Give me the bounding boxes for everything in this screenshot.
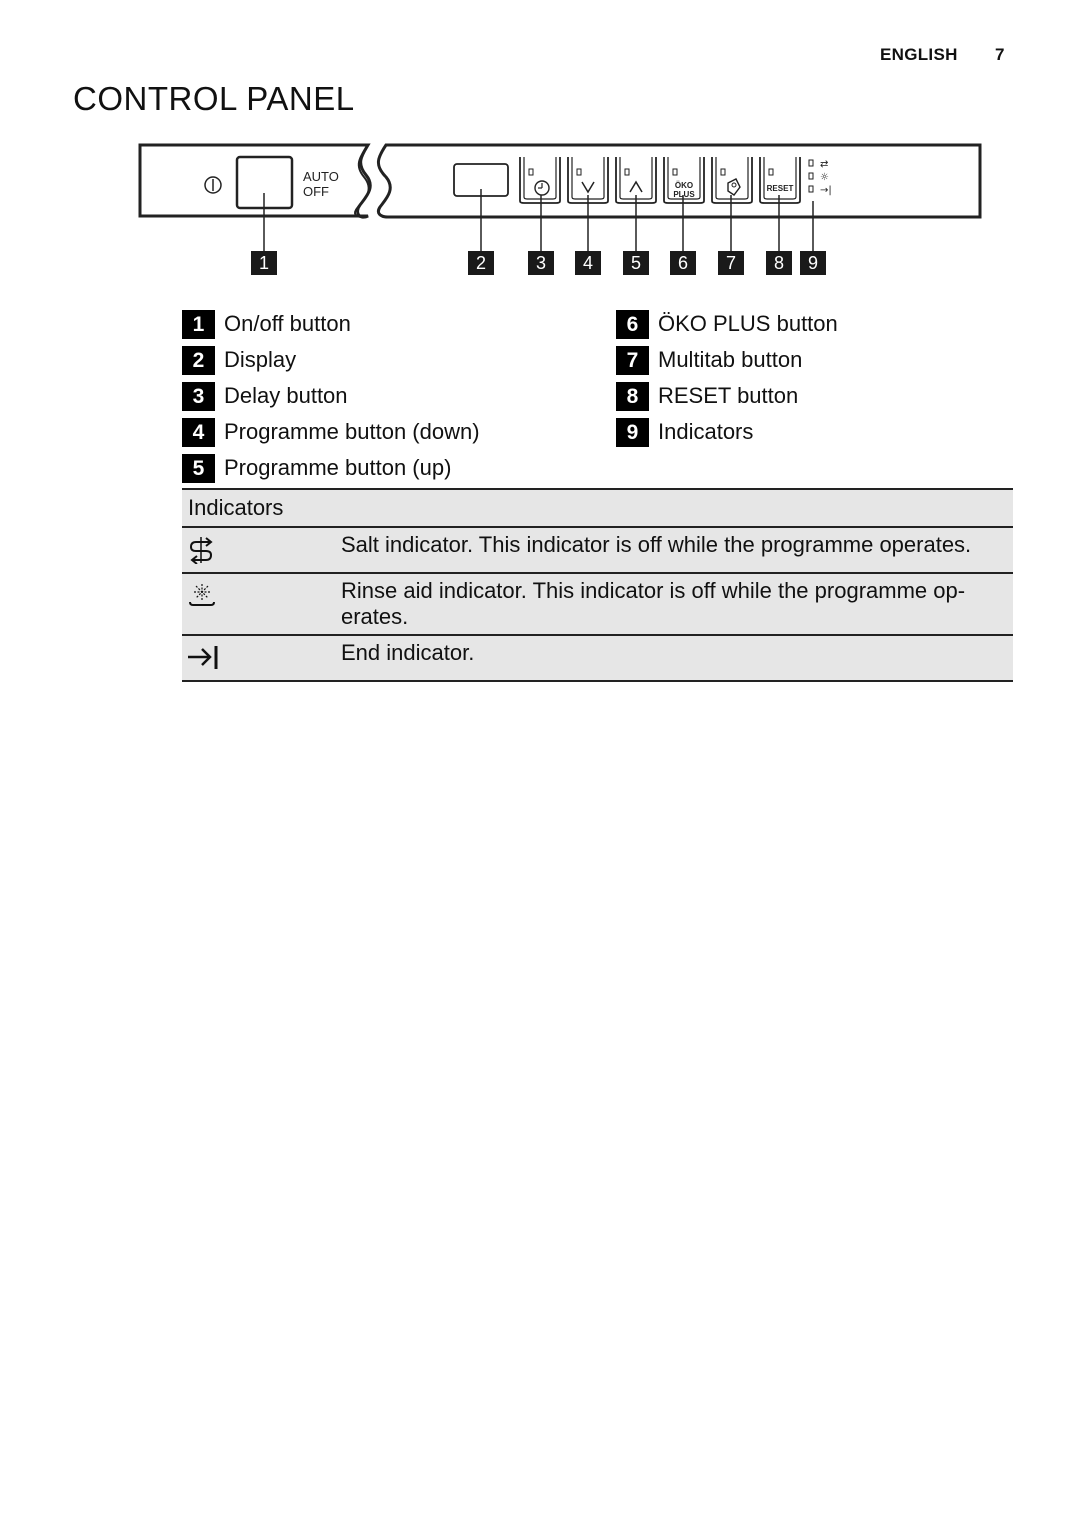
callout-4: 4 [575, 251, 601, 275]
svg-text:⇄: ⇄ [820, 159, 828, 170]
salt-icon [189, 537, 213, 564]
description-line-2: erates. [341, 604, 409, 629]
auto-off-label-1: AUTO [303, 169, 339, 184]
callout-6: 6 [670, 251, 696, 275]
table-cell-description: Rinse aid indicator. This indicator is o… [341, 578, 1001, 630]
auto-off-label-2: OFF [303, 184, 329, 199]
power-icon [204, 176, 222, 194]
table-header-row: Indicators [182, 490, 1013, 528]
svg-text:ÖKO: ÖKO [675, 181, 693, 190]
svg-text:PLUS: PLUS [673, 190, 695, 199]
legend-number: 2 [182, 345, 215, 375]
callout-1: 1 [251, 251, 277, 275]
legend-item: 8 RESET button [616, 378, 838, 414]
svg-text:RESET: RESET [767, 184, 794, 193]
callout-3: 3 [528, 251, 554, 275]
legend-item: 3 Delay button [182, 378, 480, 414]
multitab-button-shape [711, 157, 753, 204]
header-language: ENGLISH [880, 45, 958, 64]
description-line-1: Rinse aid indicator. This indicator is o… [341, 578, 966, 603]
callout-2: 2 [468, 251, 494, 275]
legend-item: 4 Programme button (down) [182, 414, 480, 450]
control-panel-diagram: AUTO OFF ÖKO PLUS RESET ⇄ ☼ →| 1 2 3 4 5… [130, 135, 1000, 285]
indicators-table: Indicators Salt indicator. This indicato… [182, 488, 1013, 682]
legend-label: RESET button [658, 383, 799, 408]
reset-button-shape: RESET [759, 157, 801, 204]
oko-plus-button-shape: ÖKO PLUS [663, 157, 705, 204]
svg-text:☼: ☼ [820, 172, 829, 183]
table-cell-description: End indicator. [341, 640, 475, 665]
page-number: 7 [995, 45, 1005, 64]
legend-number: 8 [616, 381, 649, 411]
legend-label: Delay button [224, 383, 348, 408]
legend-label: Display [224, 347, 297, 372]
end-icon [188, 646, 218, 669]
legend-label: Programme button (down) [224, 419, 480, 444]
page-title: CONTROL PANEL [73, 80, 355, 117]
legend-number: 7 [616, 345, 649, 375]
legend-number: 4 [182, 417, 215, 447]
table-row: Rinse aid indicator. This indicator is o… [182, 574, 1013, 636]
table-row: End indicator. [182, 636, 1013, 682]
legend-number: 1 [182, 309, 215, 339]
table-header: Indicators [188, 495, 284, 520]
legend-item: 2 Display [182, 342, 480, 378]
legend-label: Indicators [658, 419, 754, 444]
legend-number: 9 [616, 417, 649, 447]
legend-item: 5 Programme button (up) [182, 450, 480, 486]
legend-label: ÖKO PLUS button [658, 311, 838, 336]
legend-label: Programme button (up) [224, 455, 452, 480]
legend-label: Multitab button [658, 347, 803, 372]
callout-7: 7 [718, 251, 744, 275]
legend-number: 5 [182, 453, 215, 483]
svg-text:→|: →| [820, 185, 832, 196]
callout-5: 5 [623, 251, 649, 275]
legend-label: On/off button [224, 311, 351, 336]
callout-8: 8 [766, 251, 792, 275]
indicator-lights: ⇄ ☼ →| [808, 159, 832, 196]
legend-item: 1 On/off button [182, 306, 480, 342]
legend-left-column: 1 On/off button 2 Display 3 Delay button 4P… [182, 306, 480, 486]
rinse-aid-icon [189, 584, 215, 606]
table-cell-description: Salt indicator. This indicator is off wh… [341, 532, 972, 557]
legend-item: 9 Indicators [616, 414, 838, 450]
legend-right-column: 6 ÖKO PLUS button 7 Multitab button 8 RESET… [616, 306, 838, 450]
legend-number: 6 [616, 309, 649, 339]
legend-item: 7 Multitab button [616, 342, 838, 378]
legend-number: 3 [182, 381, 215, 411]
callout-9: 9 [800, 251, 826, 275]
table-row: Salt indicator. This indicator is off wh… [182, 528, 1013, 574]
legend-item: 6 ÖKO PLUS button [616, 306, 838, 342]
delay-button-shape [519, 157, 561, 204]
